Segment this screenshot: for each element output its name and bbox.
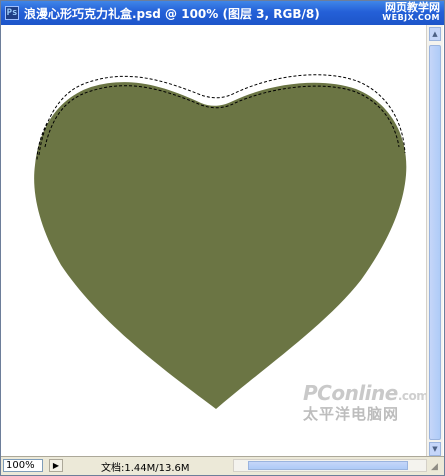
document-window: Ps 浪漫心形巧克力礼盒.psd @ 100% (图层 3, RGB/8) 网页… [0, 0, 445, 476]
horizontal-scroll-thumb[interactable] [248, 461, 408, 470]
watermark-brand: PConline.com.cn [303, 383, 428, 405]
resize-grip-icon[interactable]: ◢ [431, 462, 443, 474]
document-size-info: 文档:1.44M/13.6M [101, 463, 190, 474]
window-title: 浪漫心形巧克力礼盒.psd @ 100% (图层 3, RGB/8) [24, 6, 320, 21]
document-canvas[interactable]: PConline.com.cn 太平洋电脑网 [1, 25, 428, 458]
vertical-scroll-thumb[interactable] [429, 45, 441, 440]
scroll-up-arrow-icon[interactable]: ▲ [429, 27, 441, 41]
title-bar[interactable]: Ps 浪漫心形巧克力礼盒.psd @ 100% (图层 3, RGB/8) 网页… [1, 1, 444, 25]
watermark-domain: .com.cn [397, 389, 428, 403]
horizontal-scrollbar[interactable] [233, 459, 427, 472]
vertical-scrollbar[interactable]: ▲ ▼ [426, 25, 443, 458]
scroll-down-arrow-icon[interactable]: ▼ [429, 442, 441, 456]
status-bar: 100% ▶ 文档:1.44M/13.6M ◢ [1, 456, 444, 475]
watermark-top-line1: 网页教学网 [385, 1, 440, 14]
watermark-top-line2: WEBJX.COM [382, 13, 440, 22]
photoshop-document-icon[interactable]: Ps [5, 6, 19, 20]
heart-shape-icon[interactable] [34, 82, 407, 409]
watermark-top: 网页教学网 WEBJX.COM [382, 1, 440, 23]
watermark-sub: 太平洋电脑网 [303, 405, 400, 423]
status-menu-button[interactable]: ▶ [49, 459, 63, 472]
zoom-level-field[interactable]: 100% [3, 459, 43, 472]
watermark-bottom: PConline.com.cn 太平洋电脑网 [303, 383, 428, 423]
